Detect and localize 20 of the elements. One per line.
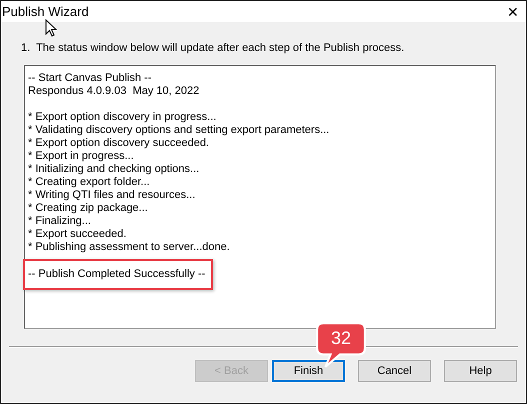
status-line: -- Start Canvas Publish -- [28,72,152,85]
status-line: * Publishing assessment to server...done. [28,241,230,254]
status-line: * Export option discovery in progress... [28,111,216,124]
status-line: Respondus 4.0.9.03 May 10, 2022 [28,85,200,98]
callout-number: 32 [330,327,352,349]
window-title: Publish Wizard [2,4,89,19]
close-button[interactable]: ✕ [504,4,522,20]
status-line: * Initializing and checking options... [28,163,200,176]
status-line: * Writing QTI files and resources... [28,189,196,202]
wizard-button[interactable]: Finish [272,360,345,382]
status-line: * Creating zip package... [28,202,148,215]
status-line: * Export in progress... [28,150,134,163]
wizard-button[interactable]: Help [444,360,517,382]
status-line: * Export option discovery succeeded. [28,137,209,150]
status-line: * Finalizing... [28,215,91,228]
wizard-button[interactable]: Cancel [358,360,431,382]
status-line: * Validating discovery options and setting export parameters... [28,124,330,137]
status-line: * Creating export folder... [28,176,150,189]
status-line: * Export succeeded. [28,228,126,241]
instruction-text: 1. The status window below will update after each step of the Publish process. [21,42,406,54]
